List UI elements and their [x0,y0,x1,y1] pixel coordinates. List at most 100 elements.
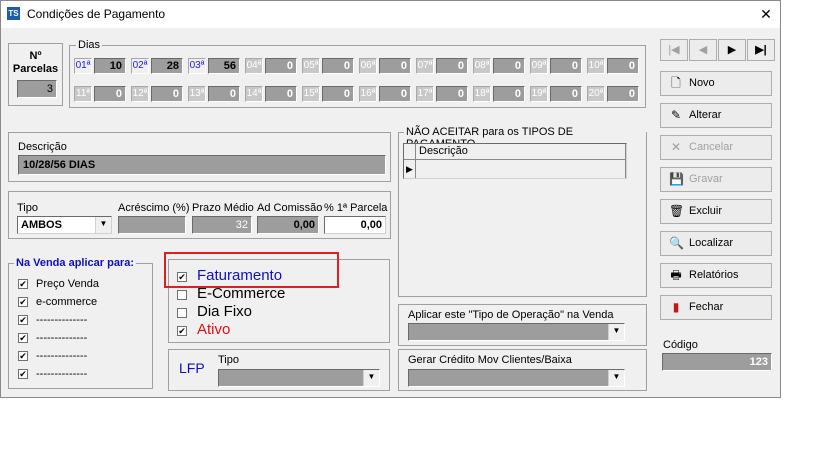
descricao-group: Descrição 10/28/56 DIAS [8,132,391,182]
day-field[interactable]: 56 [208,58,240,74]
na-venda-label: Na Venda aplicar para: [14,257,136,269]
day-label: 10ª [587,58,605,74]
flag-checkbox[interactable] [177,290,187,300]
chevron-down-icon[interactable]: ▼ [608,370,624,386]
excluir-button[interactable]: 🗑 Excluir [660,199,772,224]
tipo-operacao-group: Aplicar este "Tipo de Operação" na Venda… [398,304,647,346]
new-doc-icon: 🗋 [671,76,681,90]
day-field[interactable]: 0 [550,86,582,102]
primeira-parcela-field[interactable]: 0,00 [324,216,386,234]
nao-aceitar-grid[interactable]: Descrição ▶ [403,143,627,179]
tipo-operacao-label: Aplicar este "Tipo de Operação" na Venda [408,309,614,321]
day-field[interactable]: 10 [94,58,126,74]
checkbox-label: -------------- [36,332,88,344]
gerar-credito-select[interactable]: ▼ [408,369,625,387]
nav-prev-button[interactable]: ◀ [689,39,717,61]
edit-icon: ✎ [670,108,682,122]
ad-comissao-label: Ad Comissão [257,202,323,214]
descricao-field[interactable]: 10/28/56 DIAS [18,155,386,175]
nav-first-button[interactable]: |◀ [660,39,688,61]
day-field[interactable]: 0 [265,58,297,74]
day-label: 09ª [530,58,548,74]
chevron-down-icon[interactable]: ▼ [363,370,379,386]
day-field[interactable]: 0 [607,58,639,74]
parcelas-field[interactable]: 3 [17,80,57,98]
tipo-select[interactable]: AMBOS ▼ [17,216,112,234]
day-field[interactable]: 0 [322,58,354,74]
tipo-value: AMBOS [21,219,62,231]
day-label: 12ª [131,86,149,102]
app-icon: TS [7,7,20,20]
codigo-field[interactable]: 123 [662,353,772,371]
cancel-icon: ✕ [670,140,682,154]
tipo-operacao-select[interactable]: ▼ [408,323,625,341]
chevron-down-icon[interactable]: ▼ [608,324,624,340]
button-label: Fechar [689,301,724,313]
grid-header-descricao[interactable]: Descrição [416,144,626,160]
day-label: 06ª [359,58,377,74]
button-label: Cancelar [689,141,734,153]
checkbox[interactable]: ✔ [18,315,28,325]
ad-comissao-field[interactable]: 0,00 [257,216,319,234]
title-bar: TS Condições de Pagamento ✕ [1,1,780,28]
close-icon[interactable]: ✕ [755,4,777,24]
day-label: 16ª [359,86,377,102]
nao-aceitar-group: NÃO ACEITAR para os TIPOS DE PAGAMENTO D… [398,126,647,297]
codigo-label: Código [663,339,698,351]
parcelas-label-line1: Nº [29,50,42,62]
flag-checkbox[interactable] [177,308,187,318]
fechar-button[interactable]: ▮ Fechar [660,295,772,320]
checkbox-label: -------------- [36,314,88,326]
day-label: 02ª [131,58,149,74]
dias-label: Dias [76,39,103,51]
lfp-tipo-select[interactable]: ▼ [218,369,380,387]
relatrios-button[interactable]: 🖶 Relatórios [660,263,772,288]
day-label: 04ª [245,58,263,74]
day-field[interactable]: 28 [151,58,183,74]
button-label: Alterar [689,109,722,121]
row-pointer-icon: ▶ [404,160,416,178]
tipo-label: Tipo [17,202,38,214]
window-title: Condições de Pagamento [27,7,166,21]
day-field[interactable]: 0 [493,86,525,102]
day-field[interactable]: 0 [550,58,582,74]
checkbox[interactable]: ✔ [18,279,28,289]
grid-row[interactable] [416,160,626,178]
novo-button[interactable]: 🗋 Novo [660,71,772,96]
day-field[interactable]: 0 [436,86,468,102]
day-field[interactable]: 0 [265,86,297,102]
checkbox[interactable]: ✔ [18,333,28,343]
checkbox[interactable]: ✔ [18,369,28,379]
button-label: Novo [689,77,715,89]
day-field[interactable]: 0 [379,58,411,74]
day-field[interactable]: 0 [151,86,183,102]
nav-next-button[interactable]: ▶ [718,39,746,61]
checkbox[interactable]: ✔ [18,297,28,307]
print-icon: 🖶 [670,268,682,282]
day-field[interactable]: 0 [607,86,639,102]
day-field[interactable]: 0 [208,86,240,102]
alterar-button[interactable]: ✎ Alterar [660,103,772,128]
chevron-down-icon[interactable]: ▼ [95,217,111,233]
day-label: 01ª [74,58,92,74]
cancelar-button[interactable]: ✕ Cancelar [660,135,772,160]
day-field[interactable]: 0 [322,86,354,102]
day-field[interactable]: 0 [436,58,468,74]
day-field[interactable]: 0 [493,58,525,74]
checkbox[interactable]: ✔ [18,351,28,361]
dias-group: Dias 01ª 10 02ª 28 03ª 56 04ª 0 05ª 0 06ª 0 07ª 0 08ª 0… [69,39,646,108]
acrescimo-field[interactable] [118,216,186,234]
button-label: Localizar [689,237,734,249]
gravar-button[interactable]: 💾 Gravar [660,167,772,192]
day-field[interactable]: 0 [94,86,126,102]
nav-last-button[interactable]: ▶| [747,39,775,61]
localizar-button[interactable]: 🔍 Localizar [660,231,772,256]
button-label: Gravar [689,173,723,185]
flag-checkbox[interactable]: ✔ [177,326,187,336]
day-label: 07ª [416,58,434,74]
na-venda-group: Na Venda aplicar para: ✔ Preço Venda ✔ e-co… [8,257,153,389]
button-label: Relatórios [689,269,739,281]
prazo-medio-label: Prazo Médio [192,202,254,214]
prazo-medio-field[interactable]: 32 [192,216,252,234]
day-field[interactable]: 0 [379,86,411,102]
